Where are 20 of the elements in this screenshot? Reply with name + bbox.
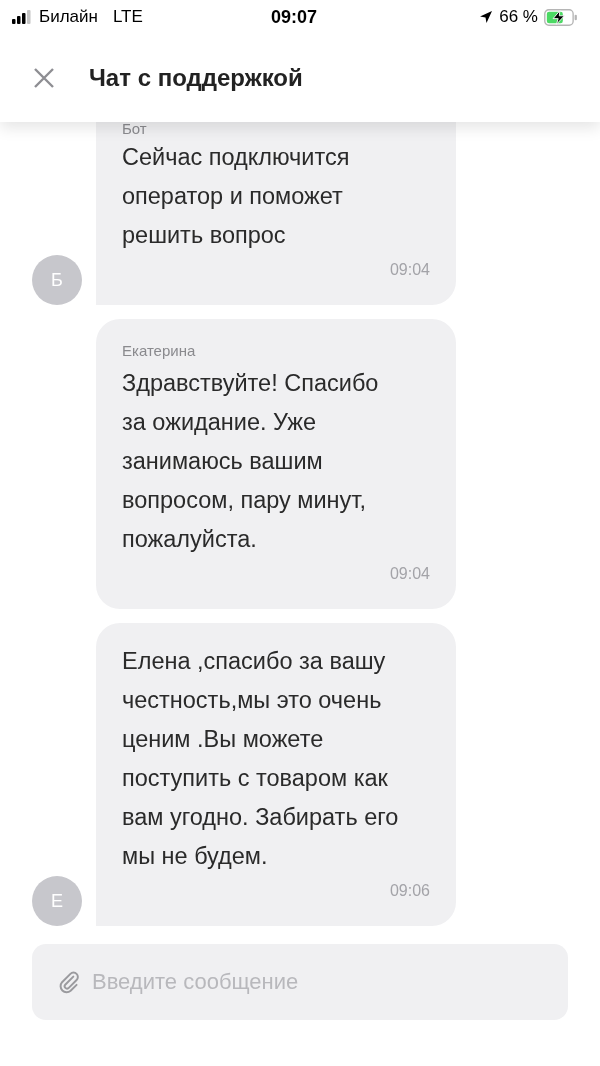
close-icon[interactable] <box>32 66 56 90</box>
message-time: 09:04 <box>388 260 430 280</box>
clock-time: 09:07 <box>270 6 317 28</box>
network-type: LTE <box>112 7 143 27</box>
message-input[interactable]: Введите сообщение <box>92 969 544 995</box>
message-input-field[interactable]: Введите сообщение <box>32 944 568 1020</box>
signal-icon <box>10 10 34 24</box>
message-time: 09:04 <box>388 564 430 584</box>
screen-title: Чат с поддержкой <box>89 64 303 92</box>
location-arrow-icon <box>479 10 494 24</box>
sender-name: Бот <box>122 122 148 136</box>
sender-name: Екатерина <box>122 341 197 361</box>
message-text: Сейчас подключится оператор и поможет решить вопрос <box>122 143 351 250</box>
carrier-name: Билайн <box>39 7 98 27</box>
avatar: Е <box>32 876 82 926</box>
message-text: Здравствуйте! Спасибо за ожидание. Уже занимаюсь вашим вопросом, пару минут, пожалуйста. <box>122 369 380 554</box>
battery-percent: 66 % <box>499 7 538 27</box>
message-time: 09:06 <box>388 881 430 901</box>
message-text: Елена ,спасибо за вашу честность,мы это очень ценим .Вы можете поступить с товаром как вам угодно. Забирать его мы не будем. <box>122 647 400 871</box>
avatar: Б <box>32 255 82 305</box>
